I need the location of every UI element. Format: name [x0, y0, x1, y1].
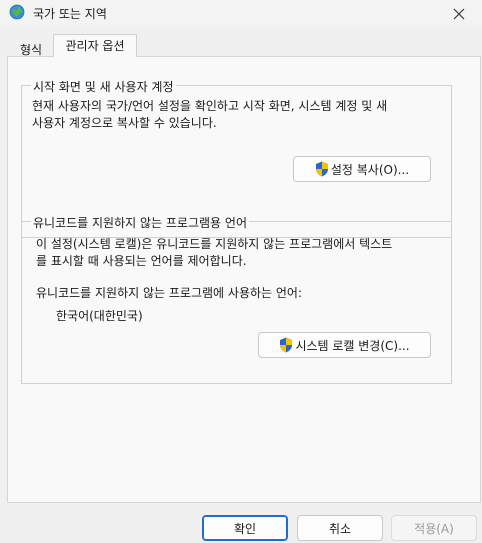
unicode-description-line2: 를 표시할 때 사용되는 언어를 제어합니다. — [36, 254, 247, 268]
change-locale-label: 시스템 로캘 변경(C)... — [295, 338, 410, 353]
close-button[interactable] — [436, 0, 482, 28]
welcome-description-line2: 사용자 계정으로 복사할 수 있습니다. — [32, 116, 217, 130]
unicode-description-line1: 이 설정(시스템 로캘)은 유니코드를 지원하지 않는 프로그램에서 텍스트 — [36, 237, 393, 251]
globe-icon — [9, 4, 25, 20]
cancel-button[interactable]: 취소 — [297, 515, 383, 541]
window-title: 국가 또는 지역 — [33, 7, 107, 21]
title-bar: 국가 또는 지역 — [0, 0, 482, 28]
current-language-label: 유니코드를 지원하지 않는 프로그램에 사용하는 언어: — [36, 286, 302, 300]
tab-panel: 시작 화면 및 새 사용자 계정 현재 사용자의 국가/언어 설정을 확인하고 … — [7, 56, 481, 503]
change-system-locale-button[interactable]: 시스템 로캘 변경(C)... — [258, 332, 431, 358]
close-icon — [453, 8, 465, 20]
current-language-value: 한국어(대한민국) — [56, 309, 143, 323]
copy-settings-label: 설정 복사(O)... — [330, 162, 410, 177]
non-unicode-group: 유니코드를 지원하지 않는 프로그램용 언어 이 설정(시스템 로캘)은 유니코… — [21, 214, 452, 384]
apply-button[interactable]: 적용(A) — [391, 515, 477, 541]
group-legend: 유니코드를 지원하지 않는 프로그램용 언어 — [31, 214, 249, 231]
tab-administrative[interactable]: 관리자 옵션 — [53, 34, 137, 57]
ok-button[interactable]: 확인 — [202, 515, 288, 541]
uac-shield-icon — [280, 337, 293, 353]
welcome-description-line1: 현재 사용자의 국가/언어 설정을 확인하고 시작 화면, 시스템 계정 및 새 — [32, 99, 388, 113]
group-legend: 시작 화면 및 새 사용자 계정 — [31, 78, 176, 95]
uac-shield-icon — [315, 161, 328, 177]
copy-settings-button[interactable]: 설정 복사(O)... — [293, 156, 431, 182]
